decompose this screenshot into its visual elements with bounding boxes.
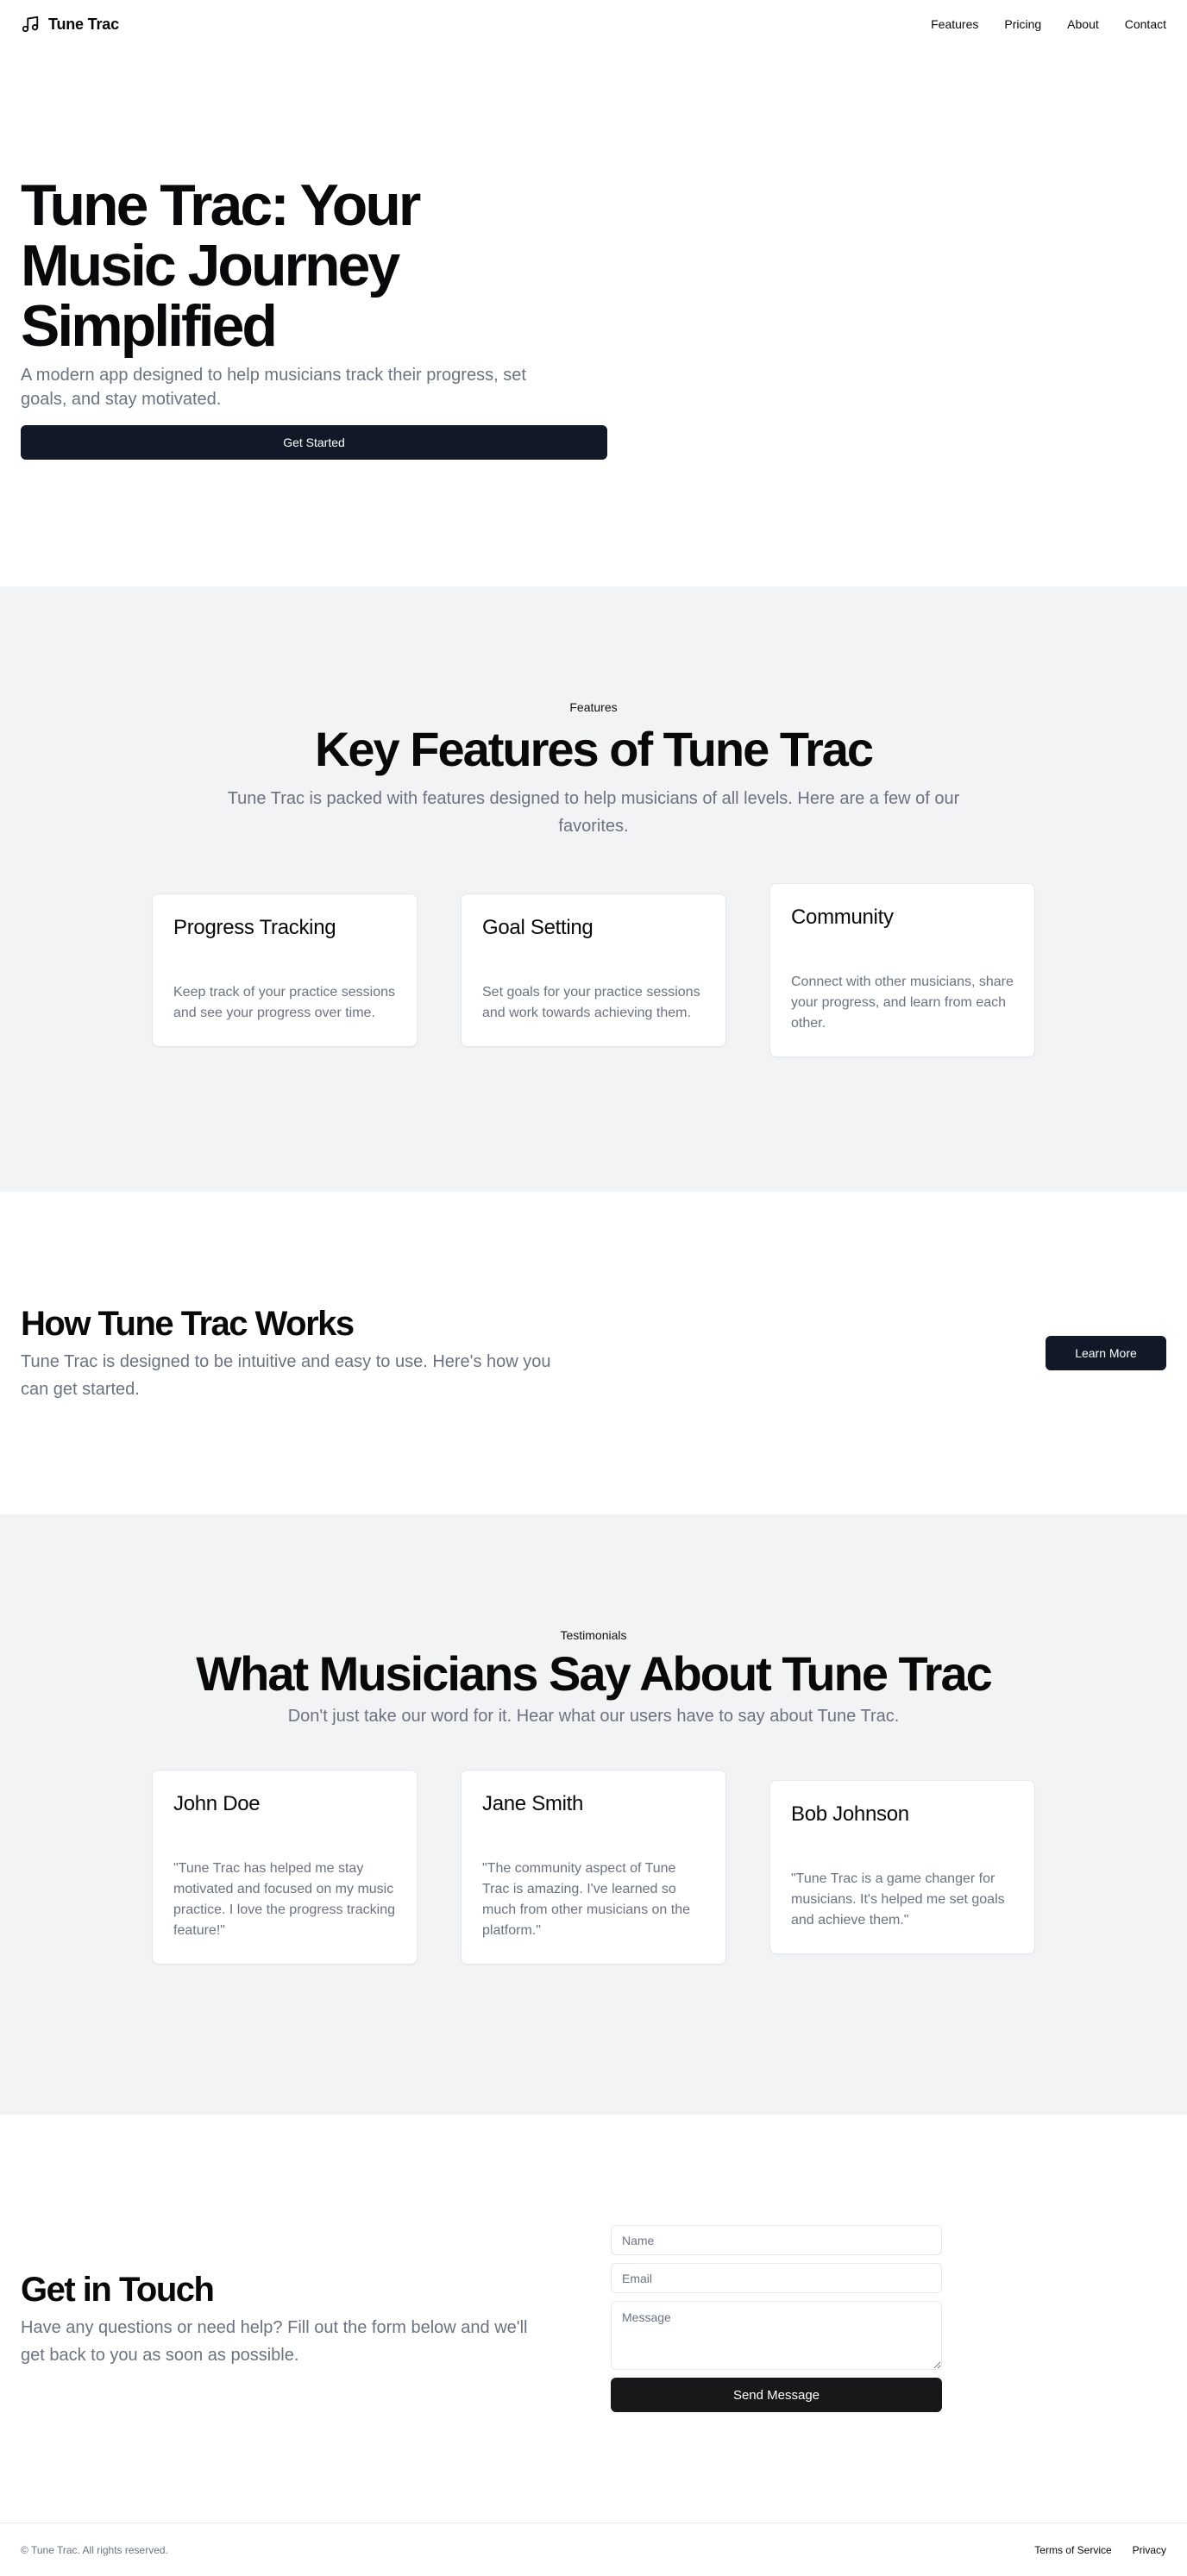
testimonial-author: Jane Smith bbox=[482, 1792, 584, 1815]
nav-link-features[interactable]: Features bbox=[931, 17, 978, 31]
learn-more-button[interactable]: Learn More bbox=[1046, 1336, 1166, 1370]
contact-section: Get in Touch Have any questions or need … bbox=[0, 2115, 1187, 2523]
feature-card-title: Progress Tracking bbox=[173, 916, 336, 939]
feature-card-goal-setting: Goal Setting Set goals for your practice… bbox=[461, 893, 726, 1047]
testimonial-quote: "Tune Trac has helped me stay motivated … bbox=[173, 1861, 396, 1938]
name-input[interactable] bbox=[611, 2225, 942, 2255]
feature-cards: Progress Tracking Keep track of your pra… bbox=[0, 883, 1187, 1057]
music-note-icon bbox=[22, 16, 39, 33]
feature-card-text: Keep track of your practice sessions and… bbox=[173, 985, 396, 1020]
testimonials-section: Testimonials What Musicians Say About Tu… bbox=[0, 1514, 1187, 2115]
get-started-button[interactable]: Get Started bbox=[21, 425, 607, 460]
testimonial-author: Bob Johnson bbox=[791, 1802, 909, 1826]
contact-text: Get in Touch Have any questions or need … bbox=[21, 2269, 611, 2369]
contact-description: Have any questions or need help? Fill ou… bbox=[21, 2317, 528, 2365]
feature-card-community: Community Connect with other musicians, … bbox=[769, 883, 1035, 1057]
main-nav: Features Pricing About Contact bbox=[931, 17, 1166, 31]
contact-title: Get in Touch bbox=[21, 2270, 215, 2309]
feature-card-text: Connect with other musicians, share your… bbox=[791, 975, 1014, 1031]
testimonial-author: John Doe bbox=[173, 1792, 261, 1815]
testimonial-card-john-doe: John Doe "Tune Trac has helped me stay m… bbox=[152, 1770, 418, 1965]
testimonial-card-bob-johnson: Bob Johnson "Tune Trac is a game changer… bbox=[769, 1780, 1035, 1954]
testimonials-title: What Musicians Say About Tune Trac bbox=[196, 1646, 993, 1701]
brand[interactable]: Tune Trac bbox=[21, 15, 119, 34]
how-it-works-section: How Tune Trac Works Tune Trac is designe… bbox=[0, 1192, 1187, 1514]
privacy-link[interactable]: Privacy bbox=[1133, 2544, 1166, 2556]
features-title: Key Features of Tune Trac bbox=[314, 722, 874, 776]
how-it-works-text: How Tune Trac Works Tune Trac is designe… bbox=[21, 1303, 556, 1403]
feature-card-title: Community bbox=[791, 906, 894, 929]
nav-link-about[interactable]: About bbox=[1067, 17, 1099, 31]
terms-of-service-link[interactable]: Terms of Service bbox=[1034, 2544, 1111, 2556]
features-eyebrow: Features bbox=[569, 700, 618, 714]
feature-card-title: Goal Setting bbox=[482, 916, 594, 939]
testimonial-card-jane-smith: Jane Smith "The community aspect of Tune… bbox=[461, 1770, 726, 1965]
nav-link-pricing[interactable]: Pricing bbox=[1004, 17, 1041, 31]
feature-card-progress-tracking: Progress Tracking Keep track of your pra… bbox=[152, 893, 418, 1047]
site-footer: © Tune Trac. All rights reserved. Terms … bbox=[0, 2523, 1187, 2576]
testimonial-quote: "The community aspect of Tune Trac is am… bbox=[482, 1861, 690, 1938]
testimonials-eyebrow: Testimonials bbox=[560, 1628, 627, 1642]
copyright-text: © Tune Trac. All rights reserved. bbox=[21, 2543, 168, 2556]
contact-form: Send Message bbox=[611, 2225, 942, 2412]
brand-name: Tune Trac bbox=[48, 15, 119, 33]
how-it-works-description: Tune Trac is designed to be intuitive an… bbox=[21, 1352, 551, 1399]
hero-section: Tune Trac: Your Music Journey Simplified… bbox=[0, 48, 1187, 586]
footer-nav: Terms of Service Privacy bbox=[1034, 2544, 1166, 2556]
features-section: Features Key Features of Tune Trac Tune … bbox=[0, 586, 1187, 1192]
features-description: Tune Trac is packed with features design… bbox=[227, 789, 960, 836]
testimonial-cards: John Doe "Tune Trac has helped me stay m… bbox=[0, 1770, 1187, 1965]
testimonial-quote: "Tune Trac is a game changer for musicia… bbox=[791, 1871, 1005, 1927]
send-message-button[interactable]: Send Message bbox=[611, 2378, 942, 2412]
message-textarea[interactable] bbox=[611, 2301, 942, 2370]
email-input[interactable] bbox=[611, 2263, 942, 2293]
feature-card-text: Set goals for your practice sessions and… bbox=[482, 985, 700, 1020]
nav-link-contact[interactable]: Contact bbox=[1125, 17, 1166, 31]
how-it-works-title: How Tune Trac Works bbox=[21, 1305, 355, 1343]
testimonials-description: Don't just take our word for it. Hear wh… bbox=[287, 1707, 900, 1726]
site-header: Tune Trac Features Pricing About Contact bbox=[0, 0, 1187, 48]
hero-subtitle: A modern app designed to help musicians … bbox=[21, 366, 526, 409]
hero-title: Tune Trac: Your Music Journey Simplified bbox=[21, 172, 421, 359]
